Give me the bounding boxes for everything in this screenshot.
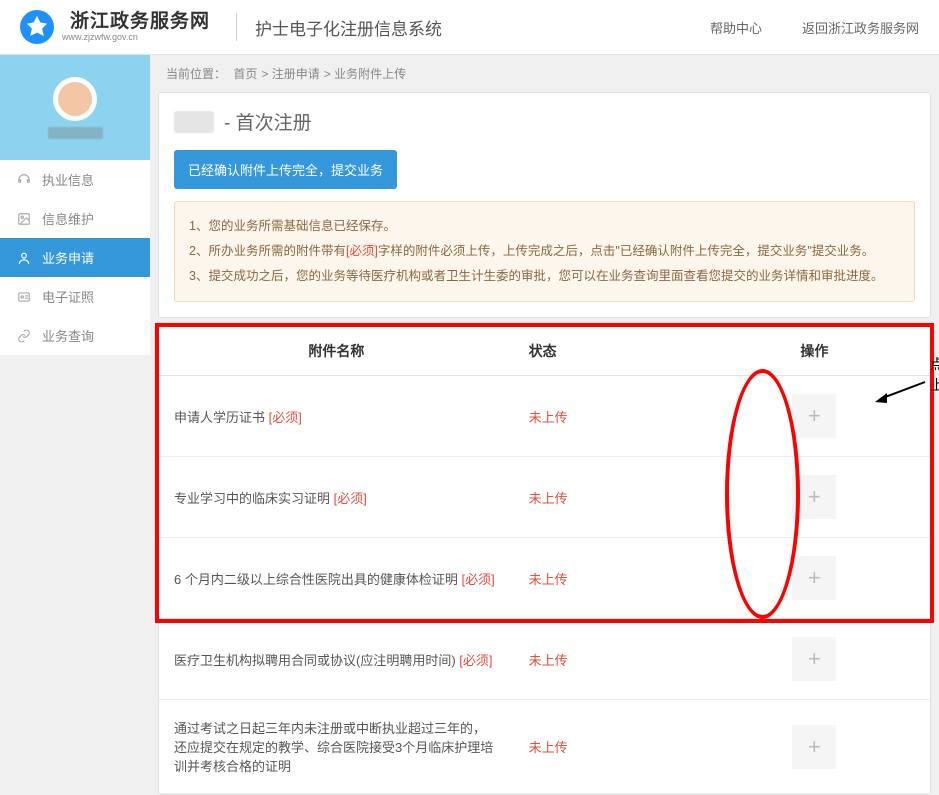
cell-action: +: [699, 619, 930, 700]
cell-status: 未上传: [514, 619, 699, 700]
info-panel: - 首次注册 已经确认附件上传完全，提交业务 1、您的业务所需基础信息已经保存。…: [158, 92, 931, 318]
cell-name: 医疗卫生机构拟聘用合同或协议(应注明聘用时间) [必须]: [159, 619, 514, 700]
sidebar: 执业信息信息维护业务申请电子证照业务查询: [0, 55, 150, 355]
sidebar-item-label: 业务申请: [42, 248, 94, 267]
th-action: 操作: [699, 327, 930, 376]
th-status: 状态: [514, 327, 699, 376]
notice-line-3: 3、提交成功之后，您的业务等待医疗机构或者卫生计生委的审批，您可以在业务查询里面…: [189, 264, 900, 289]
logo-main-text: 浙江政务服务网: [62, 12, 218, 33]
sidebar-item-1[interactable]: 信息维护: [0, 199, 150, 238]
cell-name: 专业学习中的临床实习证明 [必须]: [159, 457, 514, 538]
cell-action: +: [699, 376, 930, 457]
back-link[interactable]: 返回浙江政务服务网: [802, 18, 919, 37]
user-box: [0, 55, 150, 160]
logo-icon: [20, 10, 54, 44]
sidebar-item-label: 信息维护: [42, 209, 94, 228]
cell-name: 6 个月内二级以上综合性医院出具的健康体检证明 [必须]: [159, 538, 514, 619]
attachment-table: 附件名称 状态 操作 申请人学历证书 [必须]未上传+专业学习中的临床实习证明 …: [159, 327, 930, 794]
notice-line-2: 2、所办业务所需的附件带有[必须]字样的附件必须上传，上传完成之后，点击"已经确…: [189, 239, 900, 264]
link-icon: [16, 328, 32, 344]
required-tag: [必须]: [334, 491, 367, 506]
help-link[interactable]: 帮助中心: [710, 18, 762, 37]
page-title-blur: [174, 111, 214, 133]
add-attachment-button[interactable]: +: [792, 475, 836, 519]
headset-icon: [16, 172, 32, 188]
sidebar-item-2[interactable]: 业务申请: [0, 238, 150, 277]
cell-status: 未上传: [514, 457, 699, 538]
breadcrumb-item[interactable]: 注册申请: [272, 67, 320, 81]
sidebar-item-label: 电子证照: [42, 287, 94, 306]
image-icon: [16, 211, 32, 227]
table-row: 专业学习中的临床实习证明 [必须]未上传 +: [159, 457, 930, 538]
system-title: 护士电子化注册信息系统: [255, 15, 442, 40]
sidebar-item-4[interactable]: 业务查询: [0, 316, 150, 355]
table-row: 通过考试之日起三年内未注册或中断执业超过三年的，还应提交在规定的教学、综合医院接…: [159, 700, 930, 794]
avatar: [53, 77, 97, 121]
cell-action: +: [699, 457, 930, 538]
breadcrumb-item: 业务附件上传: [334, 67, 406, 81]
submit-button[interactable]: 已经确认附件上传完全，提交业务: [174, 150, 397, 189]
id-icon: [16, 289, 32, 305]
cell-status: 未上传: [514, 538, 699, 619]
cell-status: 未上传: [514, 700, 699, 794]
cell-action: +: [699, 538, 930, 619]
required-tag: [必须]: [269, 410, 302, 425]
required-tag: [必须]: [461, 572, 494, 587]
page-title: - 首次注册: [224, 108, 312, 135]
logo: 浙江政务服务网 www.zjzwfw.gov.cn: [20, 10, 218, 44]
breadcrumb: 当前位置： 首页> 注册申请> 业务附件上传: [158, 55, 931, 92]
cell-action: +: [699, 700, 930, 794]
add-attachment-button[interactable]: +: [792, 637, 836, 681]
breadcrumb-label: 当前位置：: [166, 67, 226, 81]
divider: [236, 13, 237, 41]
table-row: 医疗卫生机构拟聘用合同或协议(应注明聘用时间) [必须]未上传 +: [159, 619, 930, 700]
required-tag: [必须]: [459, 653, 492, 668]
user-name-blur: [48, 127, 103, 139]
sidebar-item-label: 执业信息: [42, 170, 94, 189]
table-row: 6 个月内二级以上综合性医院出具的健康体检证明 [必须]未上传 +: [159, 538, 930, 619]
cell-name: 申请人学历证书 [必须]: [159, 376, 514, 457]
attachment-table-wrap: 附件名称 状态 操作 申请人学历证书 [必须]未上传+专业学习中的临床实习证明 …: [158, 326, 931, 795]
main-content: 当前位置： 首页> 注册申请> 业务附件上传 - 首次注册 已经确认附件上传完全…: [150, 55, 939, 795]
notice-box: 1、您的业务所需基础信息已经保存。 2、所办业务所需的附件带有[必须]字样的附件…: [174, 201, 915, 302]
table-row: 申请人学历证书 [必须]未上传 +: [159, 376, 930, 457]
add-attachment-button[interactable]: +: [792, 556, 836, 600]
th-name: 附件名称: [159, 327, 514, 376]
add-attachment-button[interactable]: +: [792, 725, 836, 769]
add-attachment-button[interactable]: +: [792, 394, 836, 438]
annotation-text: 点击"+"，按要求上传材料。: [930, 355, 939, 397]
sidebar-item-3[interactable]: 电子证照: [0, 277, 150, 316]
sidebar-item-label: 业务查询: [42, 326, 94, 345]
cell-name: 通过考试之日起三年内未注册或中断执业超过三年的，还应提交在规定的教学、综合医院接…: [159, 700, 514, 794]
notice-line-1: 1、您的业务所需基础信息已经保存。: [189, 214, 900, 239]
user-icon: [16, 250, 32, 266]
logo-sub-text: www.zjzwfw.gov.cn: [62, 33, 218, 43]
cell-status: 未上传: [514, 376, 699, 457]
breadcrumb-item[interactable]: 首页: [233, 67, 257, 81]
app-header: 浙江政务服务网 www.zjzwfw.gov.cn 护士电子化注册信息系统 帮助…: [0, 0, 939, 55]
sidebar-item-0[interactable]: 执业信息: [0, 160, 150, 199]
